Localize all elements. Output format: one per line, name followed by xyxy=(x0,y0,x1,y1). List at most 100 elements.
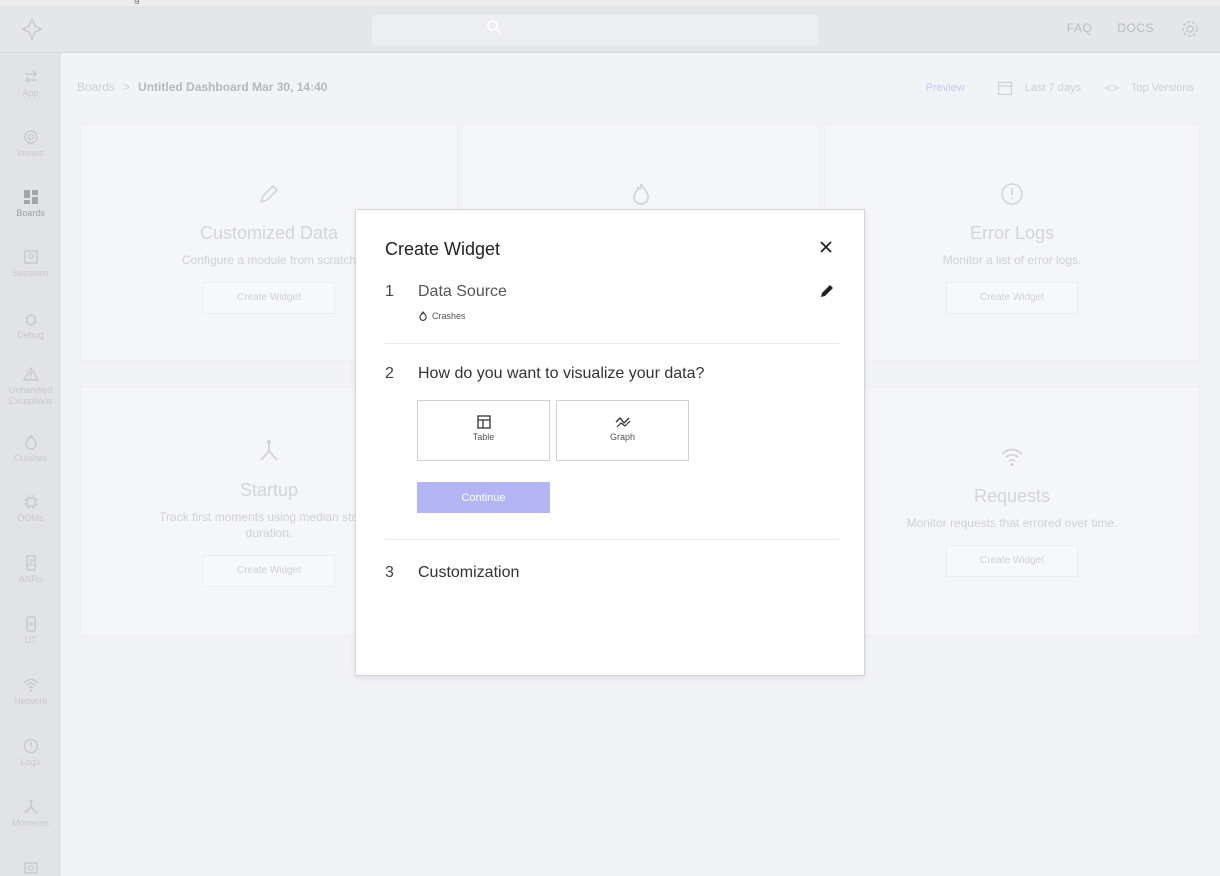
sidebar-item-label: Network xyxy=(13,696,47,706)
wifi-icon xyxy=(23,678,38,692)
create-widget-button[interactable]: Create Widget xyxy=(946,282,1078,314)
top-hint-text: g xyxy=(134,0,140,5)
card-description: Track first moments using median startup… xyxy=(159,510,379,540)
table-option[interactable]: Table xyxy=(417,400,550,461)
phone-ut-icon xyxy=(25,616,36,632)
card-description: Monitor requests that errored over time. xyxy=(906,516,1118,530)
flame-icon xyxy=(633,183,649,205)
sidebar-item-label: Logs xyxy=(20,757,41,767)
close-icon[interactable] xyxy=(818,239,834,255)
sidebar-item-label: Crashes xyxy=(13,453,48,463)
step-label: How do you want to visualize your data? xyxy=(418,365,705,382)
sidebar-item-camera[interactable] xyxy=(0,859,61,876)
divider xyxy=(385,343,839,344)
sidebar-item-label: Boards xyxy=(16,208,45,218)
step-visualize: 2 How do you want to visualize your data… xyxy=(385,365,704,383)
card-title: Requests xyxy=(973,486,1051,506)
step-label: Customization xyxy=(418,564,520,581)
sidebar-item-unhandled-exceptions[interactable]: Unhandled Exceptions xyxy=(0,366,61,407)
sidebar-item-ooms[interactable]: OOMs xyxy=(0,494,61,524)
sidebar-item-label: ANRs xyxy=(18,574,43,584)
warning-triangle-icon xyxy=(22,366,39,381)
alert-circle-icon xyxy=(23,738,38,754)
sidebar-item-label: App xyxy=(22,88,39,98)
step-number: 2 xyxy=(385,365,394,382)
alert-circle-icon xyxy=(1001,183,1023,205)
pencil-icon xyxy=(259,184,279,204)
breadcrumb-boards-link[interactable]: Boards xyxy=(77,80,115,94)
session-icon xyxy=(23,250,38,264)
search-bar[interactable] xyxy=(372,15,818,45)
graph-icon xyxy=(615,416,630,428)
sidebar-item-logs[interactable]: Logs xyxy=(0,738,61,768)
top-versions-selector[interactable]: Top Versions xyxy=(1131,82,1194,94)
chip-icon xyxy=(23,495,38,509)
sidebar-item-debug[interactable]: Debug xyxy=(0,311,61,341)
graph-option[interactable]: Graph xyxy=(556,400,689,461)
moments-icon xyxy=(260,440,278,461)
step-number: 1 xyxy=(385,283,394,300)
dashboard-tools: Preview Last 7 days <> Top Versions xyxy=(926,80,1194,96)
phone-anr-icon xyxy=(25,555,36,571)
sidebar: App Issues Boards Sessions Debug Unhandl… xyxy=(0,53,61,876)
card-title: Error Logs xyxy=(969,223,1055,243)
search-icon xyxy=(487,20,501,34)
calendar-icon[interactable] xyxy=(997,80,1013,96)
option-label: Table xyxy=(472,432,495,442)
data-source-value: Crashes xyxy=(432,311,466,321)
table-icon xyxy=(476,415,491,429)
create-widget-button[interactable]: Create Widget xyxy=(946,545,1078,577)
sidebar-item-app[interactable]: App xyxy=(0,69,61,99)
page-title[interactable]: Untitled Dashboard Mar 30, 14:40 xyxy=(138,80,327,94)
sidebar-item-anrs[interactable]: ANRs xyxy=(0,555,61,585)
modal-title: Create Widget xyxy=(385,239,501,259)
step-number: 3 xyxy=(385,564,394,581)
faq-link[interactable]: FAQ xyxy=(1067,21,1093,35)
dashboard-grid-icon xyxy=(23,190,38,204)
sidebar-item-moments[interactable]: Moments xyxy=(0,799,61,829)
create-widget-button[interactable]: Create Widget xyxy=(203,282,335,314)
gear-icon[interactable] xyxy=(1181,20,1199,38)
sidebar-item-boards[interactable]: Boards xyxy=(0,189,61,219)
code-icon: <> xyxy=(1105,81,1120,95)
app-logo-icon[interactable] xyxy=(22,18,42,40)
preview-button[interactable]: Preview xyxy=(926,82,965,94)
step-customization: 3 Customization xyxy=(385,564,519,582)
top-bar: FAQ DOCS xyxy=(0,6,1220,53)
sidebar-item-network[interactable]: Network xyxy=(0,677,61,707)
top-links: FAQ DOCS xyxy=(1067,21,1154,35)
sidebar-item-crashes[interactable]: Crashes xyxy=(0,434,61,464)
wifi-icon xyxy=(1001,448,1023,467)
step-data-source: 1 Data Source xyxy=(385,283,507,301)
pencil-icon[interactable] xyxy=(818,282,836,300)
swap-arrows-icon xyxy=(24,70,37,84)
sidebar-item-ut[interactable]: UT xyxy=(0,616,61,646)
sidebar-item-sessions[interactable]: Sessions xyxy=(0,249,61,279)
breadcrumb-separator: > xyxy=(123,80,131,94)
option-label: Graph xyxy=(609,432,635,442)
breadcrumb: Boards > Untitled Dashboard Mar 30, 14:4… xyxy=(77,80,327,94)
create-widget-button[interactable]: Create Widget xyxy=(203,555,335,587)
card-description: Monitor a list of error logs. xyxy=(942,253,1082,267)
sidebar-item-label: Issues xyxy=(17,148,44,158)
continue-button[interactable]: Continue xyxy=(417,482,550,513)
sidebar-item-label: OOMs xyxy=(17,513,44,523)
bug-target-icon xyxy=(23,130,38,144)
flame-icon xyxy=(419,311,427,321)
moments-icon xyxy=(23,799,38,814)
divider xyxy=(385,539,839,540)
sidebar-item-label: Moments xyxy=(11,818,49,828)
sidebar-item-label: Debug xyxy=(17,330,44,340)
sidebar-item-issues[interactable]: Issues xyxy=(0,129,61,159)
sidebar-item-label: UT xyxy=(24,635,37,645)
widget-card-requests: Requests Monitor requests that errored o… xyxy=(824,386,1200,636)
step-label: Data Source xyxy=(418,283,507,300)
camera-icon xyxy=(23,862,38,874)
widget-card-error-logs: Error Logs Monitor a list of error logs.… xyxy=(824,124,1200,361)
date-range-selector[interactable]: Last 7 days xyxy=(1025,82,1081,94)
sidebar-item-label: Unhandled Exceptions xyxy=(8,385,53,406)
bug-icon xyxy=(24,314,37,326)
create-widget-modal: Create Widget 1 Data Source Crashes 2 Ho… xyxy=(355,209,865,676)
docs-link[interactable]: DOCS xyxy=(1117,21,1154,35)
sidebar-item-label: Sessions xyxy=(12,268,49,278)
